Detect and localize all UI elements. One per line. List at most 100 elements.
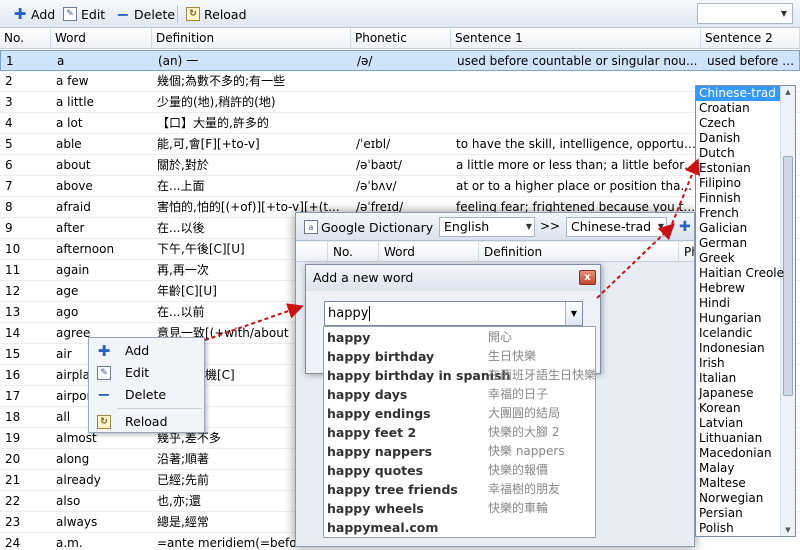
table-row[interactable]: 4 a lot 【口】大量的,許多的	[0, 113, 800, 134]
dictionary-column-phonetic[interactable]: Ph	[679, 242, 694, 262]
table-row[interactable]: 7 above 在...上面/əˈbʌv/at or to a higher pla…	[0, 176, 800, 197]
language-option[interactable]: Malay	[696, 461, 780, 476]
source-language-select[interactable]: English ▼	[439, 217, 535, 237]
language-option[interactable]: Irish	[696, 356, 780, 371]
edit-button-label: Edit	[81, 6, 106, 22]
dictionary-column-no[interactable]: No.	[328, 242, 379, 262]
language-option[interactable]: Italian	[696, 371, 780, 386]
cell-def: 【口】大量的,許多的	[157, 116, 269, 130]
suggestion-item[interactable]: happy days 幸福的日子	[324, 385, 595, 404]
suggestion-translation: 生日快樂	[488, 349, 537, 363]
suggestion-translation: 開心	[488, 330, 513, 344]
language-option[interactable]: Maltese	[696, 476, 780, 491]
language-option[interactable]: Hindi	[696, 296, 780, 311]
suggestion-item[interactable]: happy birthday in spanish 在西班牙語生日快樂	[324, 366, 596, 385]
google-dictionary-label: Google Dictionary	[321, 219, 434, 235]
word-input[interactable]: happy ▼	[324, 301, 583, 326]
cell-word: always	[56, 515, 98, 529]
language-option[interactable]: Dutch	[696, 146, 780, 161]
cell-s2: used before unc	[707, 54, 800, 68]
context-menu-delete[interactable]: − Delete	[91, 384, 202, 405]
language-option[interactable]: Japanese	[696, 386, 780, 401]
language-option[interactable]: Czech	[696, 116, 780, 131]
context-menu-edit[interactable]: ✎ Edit	[91, 362, 202, 383]
column-header-word[interactable]: Word	[51, 28, 152, 48]
dictionary-column-definition[interactable]: Definition	[479, 242, 679, 262]
suggestion-item[interactable]: happy endings 大團圓的結局	[324, 404, 595, 423]
cell-word: above	[56, 179, 93, 193]
cell-phon: /əˈbʌv/	[356, 179, 397, 193]
language-list-scrollbar[interactable]: ▲ ▼	[780, 86, 795, 536]
column-header-phonetic[interactable]: Phonetic	[351, 28, 451, 48]
language-option[interactable]: Hungarian	[696, 311, 780, 326]
add-button[interactable]: ✚ Add	[10, 4, 58, 24]
target-language-select[interactable]: Chinese-trad ▼	[566, 217, 667, 237]
language-option[interactable]: Lithuanian	[696, 431, 780, 446]
suggestion-item[interactable]: happy tree friends 幸福樹的朋友	[324, 480, 595, 499]
context-menu-reload[interactable]: ↻ Reload	[91, 411, 202, 432]
reload-button[interactable]: ↻ Reload	[183, 4, 250, 24]
language-option[interactable]: Latvian	[696, 416, 780, 431]
suggestion-item[interactable]: happy wheels 快樂的車輪	[324, 499, 595, 518]
column-header-definition[interactable]: Definition	[152, 28, 351, 48]
cell-no: 11	[5, 263, 21, 277]
google-dictionary-button[interactable]: a Google Dictionary	[304, 217, 433, 237]
suggestion-word: happy days	[327, 387, 408, 402]
table-row[interactable]: 1 a (an) 一/ə/used before countable or sing…	[0, 50, 800, 71]
language-option[interactable]: Finnish	[696, 191, 780, 206]
column-header-sentence-2[interactable]: Sentence 2	[701, 28, 800, 48]
suggestion-item[interactable]: happy feet 2 快樂的大腳 2	[324, 423, 595, 442]
chevron-down-icon[interactable]: ▼	[565, 302, 582, 325]
cell-word: ago	[56, 305, 79, 319]
scroll-up-icon[interactable]: ▲	[781, 88, 795, 96]
language-option[interactable]: Hebrew	[696, 281, 780, 296]
cell-phon: /əˈbaʊt/	[356, 158, 402, 172]
plus-icon[interactable]: ✚	[679, 219, 691, 235]
language-option[interactable]: Greek	[696, 251, 780, 266]
column-header-sentence-1[interactable]: Sentence 1	[451, 28, 701, 48]
table-row[interactable]: 3 a little 少量的(地),稍許的(地)	[0, 92, 800, 113]
language-option[interactable]: Polish	[696, 521, 780, 536]
edit-button[interactable]: ✎ Edit	[60, 4, 108, 24]
language-option[interactable]: Estonian	[696, 161, 780, 176]
language-option[interactable]: Croatian	[696, 101, 780, 116]
cell-no: 23	[5, 515, 21, 529]
close-button[interactable]: x	[579, 270, 596, 285]
cell-no: 2	[5, 74, 13, 88]
language-option[interactable]: Danish	[696, 131, 780, 146]
context-menu-add[interactable]: ✚ Add	[91, 340, 202, 361]
cell-no: 10	[5, 242, 21, 256]
suggestion-item[interactable]: happymeal.com	[324, 518, 595, 537]
language-option[interactable]: French	[696, 206, 780, 221]
chevron-down-icon[interactable]: ▼	[776, 4, 792, 23]
language-option[interactable]: Icelandic	[696, 326, 780, 341]
cell-phon	[351, 113, 451, 133]
cell-word: along	[56, 452, 90, 466]
language-option[interactable]: Galician	[696, 221, 780, 236]
language-option[interactable]: Macedonian	[696, 446, 780, 461]
table-row[interactable]: 6 about 關於,對於/əˈbaʊt/a little more or less…	[0, 155, 800, 176]
suggestion-item[interactable]: happy quotes 快樂的報價	[324, 461, 595, 480]
add-button-label: Add	[31, 6, 56, 22]
suggestion-item[interactable]: happy 開心	[324, 328, 595, 347]
language-option[interactable]: Norwegian	[696, 491, 780, 506]
language-option[interactable]: Filipino	[696, 176, 780, 191]
scroll-down-icon[interactable]: ▼	[781, 526, 795, 534]
language-option[interactable]: Korean	[696, 401, 780, 416]
scrollbar-thumb[interactable]	[783, 156, 793, 396]
language-option[interactable]: Haitian Creole	[696, 266, 784, 281]
cell-def: 幾個;為數不多的;有一些	[157, 74, 286, 88]
table-row[interactable]: 2 a few 幾個;為數不多的;有一些	[0, 71, 800, 92]
language-option[interactable]: Chinese-trad	[696, 86, 780, 101]
language-option[interactable]: Indonesian	[696, 341, 780, 356]
suggestion-item[interactable]: happy nappers 快樂 nappers	[324, 442, 595, 461]
language-option[interactable]: Persian	[696, 506, 780, 521]
table-row[interactable]: 5 able 能,可,會[F][+to-v] /ˈeɪbl/to have the s…	[0, 134, 800, 155]
column-header-no[interactable]: No.	[0, 28, 51, 48]
swap-languages-button[interactable]: >>	[540, 219, 560, 233]
delete-button[interactable]: − Delete	[113, 4, 178, 24]
suggestion-item[interactable]: happy birthday 生日快樂	[324, 347, 595, 366]
dictionary-column-word[interactable]: Word	[379, 242, 479, 262]
language-option[interactable]: German	[696, 236, 780, 251]
toolbar-dropdown[interactable]: ▼	[697, 3, 793, 24]
